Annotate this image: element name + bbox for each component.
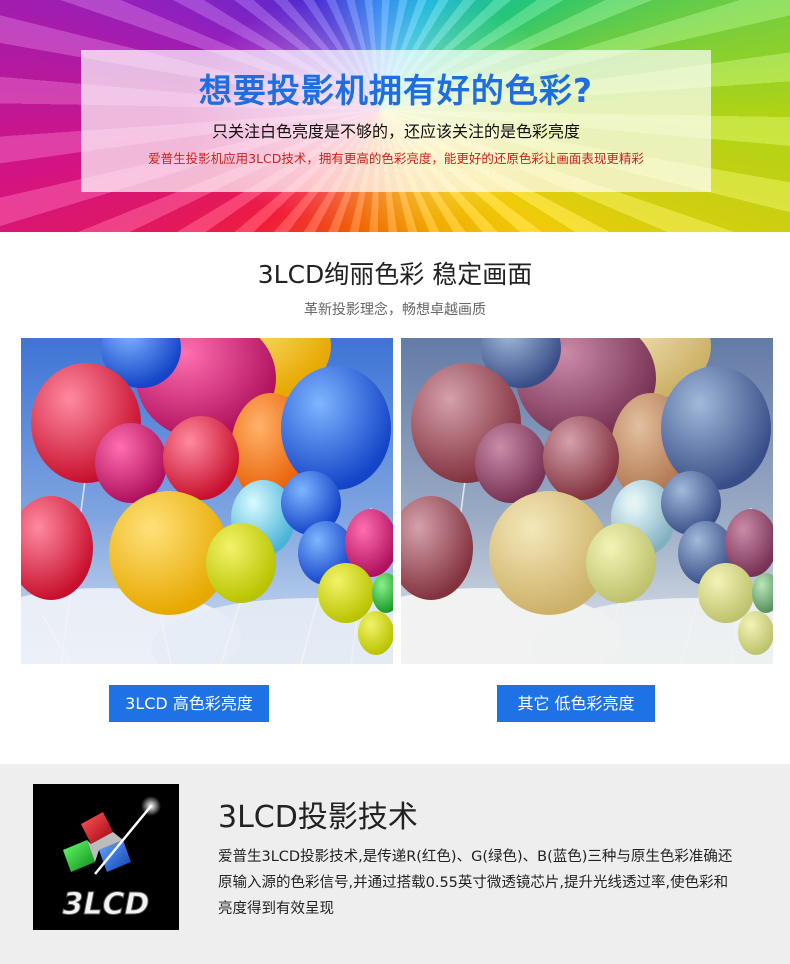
tech-title: 3LCD投影技术 [218,800,418,835]
tech-description: 爱普生3LCD投影技术,是传递R(红色)、G(绿色)、B(蓝色)三种与原生色彩准… [218,849,733,917]
hero-description: 爱普生投影机应用3LCD技术，拥有更高的色彩亮度，能更好的还原色彩让画面表现更精… [148,151,644,166]
hero-banner: 想要投影机拥有好的色彩? 只关注白色亮度是不够的，还应该关注的是色彩亮度 爱普生… [0,0,790,232]
section-title: 3LCD绚丽色彩 稳定画面 [257,260,533,289]
tech-section: 3LCD 3LCD投影技术 爱普生3LCD投影技术,是传递R(红色)、G(绿色)… [0,764,790,964]
logo-text: 3LCD [63,887,150,922]
section-subtitle: 革新投影理念，畅想卓越画质 [304,302,486,318]
hero-panel: 想要投影机拥有好的色彩? 只关注白色亮度是不够的，还应该关注的是色彩亮度 爱普生… [81,50,711,192]
hero-subtitle: 只关注白色亮度是不够的，还应该关注的是色彩亮度 [211,122,580,141]
label-other-low-color-brightness: 其它 低色彩亮度 [497,685,655,722]
balloons-photo-other [401,338,773,664]
balloons-photo-3lcd [21,338,393,664]
hero-title: 想要投影机拥有好的色彩? [198,71,594,110]
label-3lcd-high-color-brightness: 3LCD 高色彩亮度 [109,685,269,722]
3lcd-logo: 3LCD [33,784,179,930]
